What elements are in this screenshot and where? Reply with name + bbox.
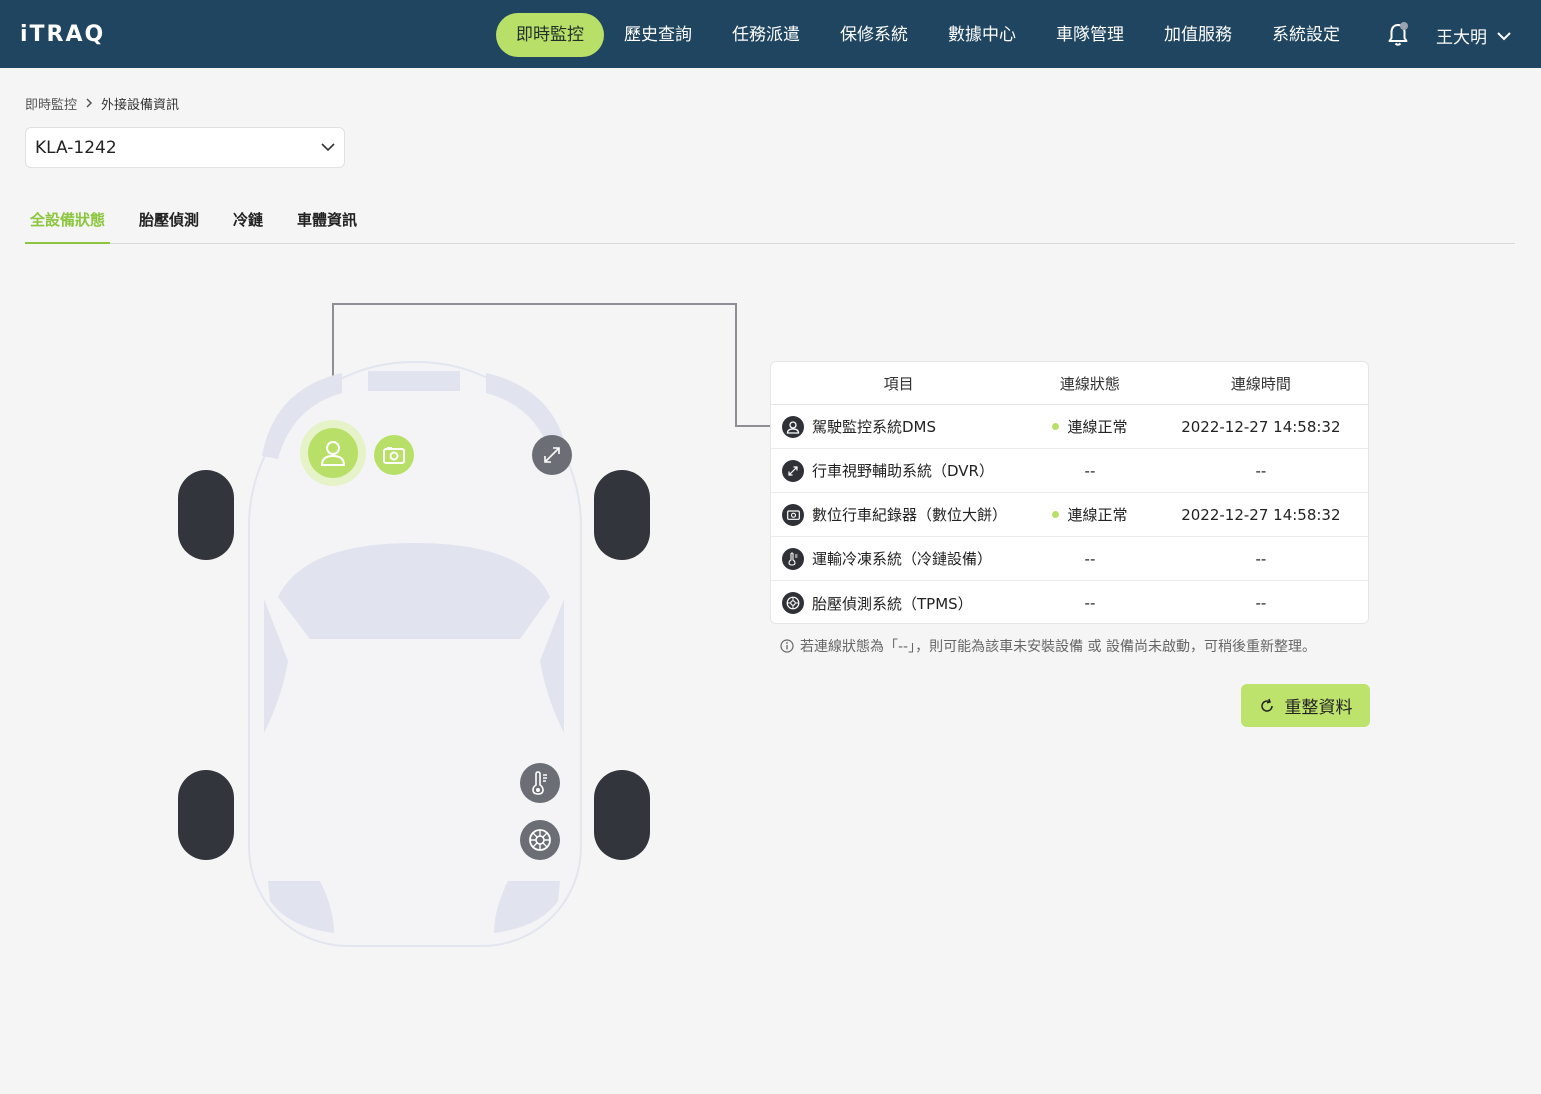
camera-icon[interactable] bbox=[374, 435, 414, 475]
device-status: -- bbox=[1084, 549, 1096, 568]
nav-item-live-monitor[interactable]: 即時監控 bbox=[496, 13, 604, 57]
tire-icon[interactable] bbox=[520, 820, 560, 860]
device-name: 運輸冷凍系統（冷鏈設備） bbox=[812, 550, 993, 568]
table-row[interactable]: 胎壓偵測系統（TPMS） -- -- bbox=[771, 581, 1368, 623]
connection-note: 若連線狀態為「--」，則可能為該車未安裝設備 或 設備尚未啟動，可稍後重新整理。 bbox=[780, 636, 1316, 656]
device-name: 駕駛監控系統DMS bbox=[812, 418, 937, 436]
tab-tire-pressure[interactable]: 胎壓偵測 bbox=[134, 200, 204, 244]
user-menu[interactable]: 王大明 bbox=[1436, 23, 1511, 48]
tab-vehicle-info[interactable]: 車體資訊 bbox=[292, 200, 362, 244]
vehicle-diagram bbox=[170, 295, 670, 965]
refresh-icon bbox=[1260, 698, 1273, 712]
table-row[interactable]: 數位行車紀錄器（數位大餅） 連線正常 2022-12-27 14:58:32 bbox=[771, 493, 1368, 537]
table-header: 項目 連線狀態 連線時間 bbox=[771, 362, 1368, 405]
driver-icon bbox=[308, 428, 358, 478]
thermometer-icon[interactable] bbox=[520, 763, 560, 803]
dms-device-marker[interactable] bbox=[300, 420, 366, 486]
chevron-down-icon bbox=[321, 143, 335, 152]
expand-icon[interactable] bbox=[532, 435, 572, 475]
device-name: 行車視野輔助系統（DVR） bbox=[812, 462, 994, 480]
device-status-table: 項目 連線狀態 連線時間 駕駛監控系統DMS 連線正常 2022-12-27 1… bbox=[770, 361, 1369, 624]
vehicle-select[interactable]: KLA-1242 bbox=[25, 127, 345, 168]
table-row[interactable]: 運輸冷凍系統（冷鏈設備） -- -- bbox=[771, 537, 1368, 581]
device-time: -- bbox=[1255, 549, 1267, 568]
device-status: -- bbox=[1084, 461, 1096, 480]
device-status: 連線正常 bbox=[1067, 418, 1128, 436]
status-dot bbox=[1052, 423, 1060, 430]
wheel-rear-left bbox=[178, 770, 234, 860]
main-nav: 即時監控 歷史查詢 任務派遣 保修系統 數據中心 車隊管理 加值服務 系統設定 bbox=[496, 13, 1360, 57]
column-header-time: 連線時間 bbox=[1230, 374, 1291, 393]
table-row[interactable]: 駕駛監控系統DMS 連線正常 2022-12-27 14:58:32 bbox=[771, 405, 1368, 449]
device-name: 數位行車紀錄器（數位大餅） bbox=[812, 506, 1008, 524]
vehicle-select-value: KLA-1242 bbox=[35, 137, 117, 158]
connection-note-text: 若連線狀態為「--」，則可能為該車未安裝設備 或 設備尚未啟動，可稍後重新整理。 bbox=[800, 639, 1317, 655]
bell-icon[interactable] bbox=[1386, 22, 1410, 48]
nav-item-fleet[interactable]: 車隊管理 bbox=[1036, 13, 1144, 57]
device-time: -- bbox=[1255, 461, 1267, 480]
tab-cold-chain[interactable]: 冷鏈 bbox=[228, 200, 268, 244]
wheel-front-left bbox=[178, 470, 234, 560]
tire-icon bbox=[782, 592, 804, 614]
wheel-front-right bbox=[594, 470, 650, 560]
status-dot bbox=[1052, 511, 1060, 518]
chevron-right-icon bbox=[85, 97, 93, 111]
info-icon bbox=[780, 639, 794, 653]
breadcrumb-current: 外接設備資訊 bbox=[101, 98, 180, 113]
table-row[interactable]: 行車視野輔助系統（DVR） -- -- bbox=[771, 449, 1368, 493]
thermometer-icon bbox=[782, 547, 804, 570]
column-header-status: 連線狀態 bbox=[1059, 374, 1120, 393]
wheel-rear-right bbox=[594, 770, 650, 860]
chevron-down-icon bbox=[1497, 31, 1511, 40]
driver-icon bbox=[782, 415, 804, 438]
nav-item-dispatch[interactable]: 任務派遣 bbox=[712, 13, 820, 57]
nav-item-data-center[interactable]: 數據中心 bbox=[928, 13, 1036, 57]
nav-item-settings[interactable]: 系統設定 bbox=[1252, 13, 1360, 57]
device-time: -- bbox=[1255, 594, 1267, 612]
notification-dot bbox=[1400, 22, 1408, 30]
column-header-item: 項目 bbox=[883, 374, 914, 393]
nav-item-value-added[interactable]: 加值服務 bbox=[1144, 13, 1252, 57]
device-name: 胎壓偵測系統（TPMS） bbox=[812, 594, 973, 613]
device-time: 2022-12-27 14:58:32 bbox=[1181, 505, 1341, 524]
expand-icon bbox=[782, 459, 804, 482]
refresh-button[interactable]: 重整資料 bbox=[1241, 684, 1370, 727]
breadcrumb-parent[interactable]: 即時監控 bbox=[25, 94, 77, 113]
device-tabs: 全設備狀態 胎壓偵測 冷鏈 車體資訊 bbox=[25, 200, 1515, 244]
device-status: -- bbox=[1084, 594, 1096, 612]
camera-icon bbox=[782, 503, 804, 526]
nav-item-history[interactable]: 歷史查詢 bbox=[604, 13, 712, 57]
refresh-button-label: 重整資料 bbox=[1284, 698, 1353, 718]
user-name: 王大明 bbox=[1436, 28, 1487, 48]
app-logo[interactable]: iTRAQ bbox=[20, 22, 105, 47]
breadcrumb: 即時監控 外接設備資訊 bbox=[25, 94, 179, 113]
top-navigation-bar: iTRAQ 即時監控 歷史查詢 任務派遣 保修系統 數據中心 車隊管理 加值服務… bbox=[0, 0, 1541, 68]
device-time: 2022-12-27 14:58:32 bbox=[1181, 417, 1341, 436]
tab-all-devices[interactable]: 全設備狀態 bbox=[25, 200, 111, 244]
device-status: 連線正常 bbox=[1067, 506, 1128, 524]
nav-item-maintenance[interactable]: 保修系統 bbox=[820, 13, 928, 57]
